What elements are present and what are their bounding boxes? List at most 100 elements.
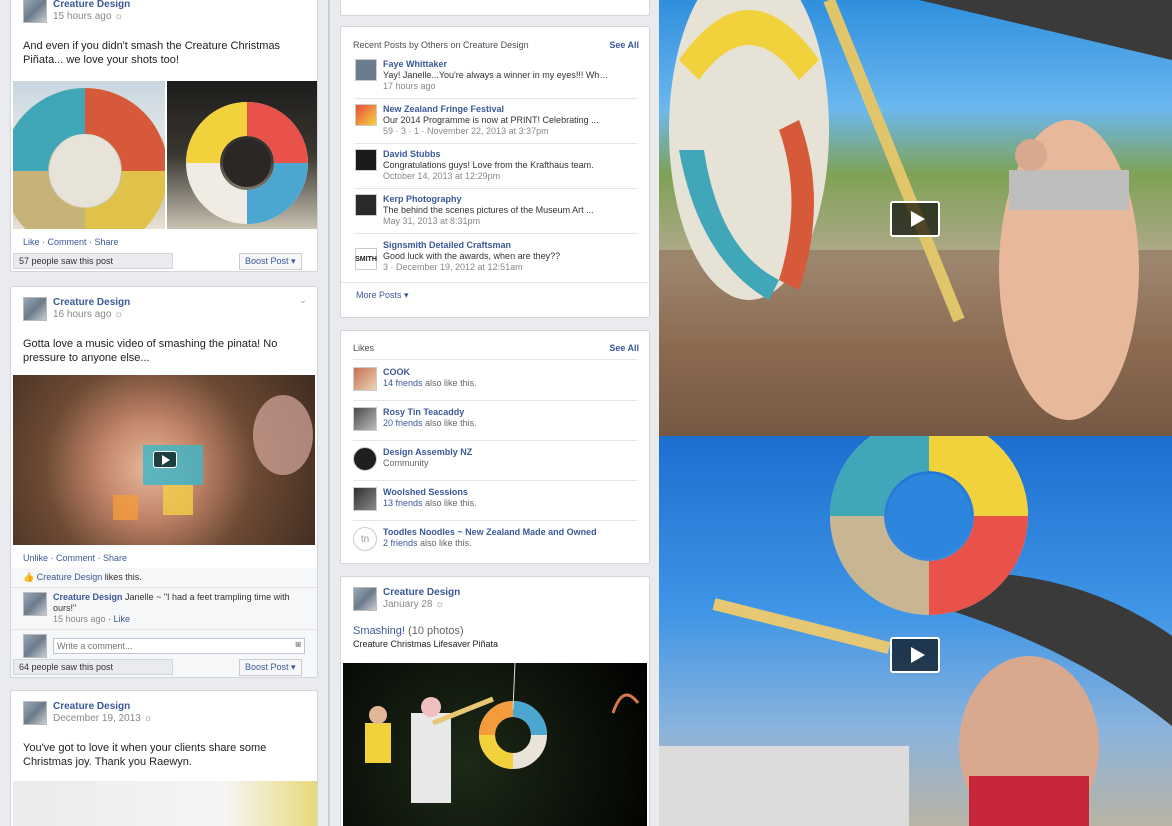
post-time[interactable]: 3 · December 19, 2012 at 12:51am: [383, 262, 609, 273]
video-still-1[interactable]: [659, 0, 1172, 436]
post-snippet[interactable]: Yay! Janelle...You're always a winner in…: [383, 70, 609, 81]
friends-count[interactable]: 2 friends: [383, 538, 418, 548]
post-photo[interactable]: [13, 781, 317, 826]
share-link[interactable]: Share: [95, 237, 119, 247]
list-item[interactable]: Rosy Tin Teacaddy 20 friends also like th…: [353, 407, 637, 441]
post-time[interactable]: 59 · 3 · 1 · November 22, 2013 at 3:37pm: [383, 126, 609, 137]
avatar[interactable]: tn: [353, 527, 377, 551]
see-all-link[interactable]: See All: [609, 343, 639, 353]
boost-post-button[interactable]: Boost Post ▾: [239, 253, 302, 270]
avatar[interactable]: [355, 59, 377, 81]
post-time-text[interactable]: 16 hours ago: [53, 309, 111, 320]
post-time[interactable]: January 28 ☼: [383, 599, 460, 611]
post-time[interactable]: May 31, 2013 at 8:31pm: [383, 216, 609, 227]
video-still-2[interactable]: [659, 436, 1172, 826]
avatar[interactable]: [353, 407, 377, 431]
top-card: [340, 0, 650, 16]
boost-label: Boost Post: [245, 662, 289, 672]
list-item[interactable]: COOK 14 friends also like this.: [353, 367, 637, 401]
more-posts-label[interactable]: More Posts: [356, 290, 402, 300]
poster-name[interactable]: New Zealand Fringe Festival: [383, 104, 609, 115]
post-author[interactable]: Creature Design: [53, 0, 130, 11]
album-photo[interactable]: [343, 663, 647, 826]
pinata-scene-2: [659, 436, 1172, 826]
page-name[interactable]: Toodles Noodles ~ New Zealand Made and O…: [383, 527, 597, 538]
post-time[interactable]: December 19, 2013 ☼: [53, 713, 153, 725]
list-item[interactable]: tn Toodles Noodles ~ New Zealand Made an…: [353, 527, 637, 561]
play-icon[interactable]: [153, 451, 177, 468]
share-link[interactable]: Share: [103, 553, 127, 563]
list-item[interactable]: Kerp Photography The behind the scenes pi…: [355, 194, 637, 234]
list-item[interactable]: Faye Whittaker Yay! Janelle...You're alwa…: [355, 59, 637, 99]
post-time[interactable]: October 14, 2013 at 12:29pm: [383, 171, 609, 182]
post-time-text[interactable]: December 19, 2013: [53, 713, 141, 724]
see-all-link[interactable]: See All: [609, 40, 639, 50]
post-author[interactable]: Creature Design: [53, 701, 153, 713]
post-time-text[interactable]: January 28: [383, 599, 432, 610]
album-scene: [365, 663, 640, 803]
post-snippet[interactable]: Good luck with the awards, when are they…: [383, 251, 609, 262]
avatar[interactable]: [23, 701, 47, 725]
post-author[interactable]: Creature Design: [383, 587, 460, 599]
page-name[interactable]: COOK: [383, 367, 477, 378]
post-header: Creature Design December 19, 2013 ☼: [11, 691, 317, 725]
play-icon[interactable]: [890, 637, 940, 673]
chevron-down-icon[interactable]: ⌄: [299, 295, 307, 306]
globe-icon: ☼: [435, 599, 445, 610]
more-posts-link[interactable]: More Posts ▾: [341, 282, 649, 308]
list-item[interactable]: Woolshed Sessions 13 friends also like th…: [353, 487, 637, 521]
comment-author[interactable]: Creature Design: [53, 592, 123, 602]
page-name[interactable]: Woolshed Sessions: [383, 487, 477, 498]
poster-name[interactable]: David Stubbs: [383, 149, 609, 160]
post-snippet[interactable]: The behind the scenes pictures of the Mu…: [383, 205, 609, 216]
avatar[interactable]: [355, 149, 377, 171]
avatar[interactable]: SMITH: [355, 248, 377, 270]
list-item[interactable]: New Zealand Fringe Festival Our 2014 Prog…: [355, 104, 637, 144]
comment-link[interactable]: Comment: [48, 237, 87, 247]
list-item[interactable]: David Stubbs Congratulations guys! Love f…: [355, 149, 637, 189]
post-time[interactable]: 15 hours ago ☼: [53, 11, 130, 23]
post-photo-2[interactable]: [167, 81, 317, 229]
friends-count[interactable]: 13 friends: [383, 498, 423, 508]
avatar[interactable]: [23, 0, 47, 23]
liker-name[interactable]: Creature Design: [37, 572, 103, 582]
avatar[interactable]: [353, 367, 377, 391]
comment-like-link[interactable]: Like: [114, 614, 131, 624]
avatar[interactable]: [353, 447, 377, 471]
post-author[interactable]: Creature Design: [53, 297, 130, 309]
unlike-link[interactable]: Unlike: [23, 553, 48, 563]
like-link[interactable]: Like: [23, 237, 40, 247]
friends-count[interactable]: 14 friends: [383, 378, 423, 388]
avatar[interactable]: [353, 587, 377, 611]
post-photo-1[interactable]: [13, 81, 165, 229]
poster-name[interactable]: Faye Whittaker: [383, 59, 609, 70]
avatar[interactable]: [355, 194, 377, 216]
poster-name[interactable]: Kerp Photography: [383, 194, 609, 205]
album-title[interactable]: Smashing!: [353, 625, 405, 637]
post-time[interactable]: 16 hours ago ☼: [53, 309, 130, 321]
post-snippet[interactable]: Our 2014 Programme is now at PRINT! Cele…: [383, 115, 609, 126]
comment-time[interactable]: 15 hours ago: [53, 614, 106, 624]
recent-posts-title: Recent Posts by Others on Creature Desig…: [353, 40, 529, 50]
list-item[interactable]: Design Assembly NZ Community: [353, 447, 637, 481]
camera-icon[interactable]: ◙: [296, 639, 301, 649]
avatar[interactable]: [355, 104, 377, 126]
avatar[interactable]: [353, 487, 377, 511]
avatar[interactable]: [23, 297, 47, 321]
poster-name[interactable]: Signsmith Detailed Craftsman: [383, 240, 609, 251]
post-text: And even if you didn't smash the Creatur…: [23, 40, 281, 66]
avatar[interactable]: [23, 592, 47, 616]
comment-link[interactable]: Comment: [56, 553, 95, 563]
page-subtitle: Community: [383, 458, 429, 468]
post-time[interactable]: 17 hours ago: [383, 81, 609, 92]
page-name[interactable]: Rosy Tin Teacaddy: [383, 407, 477, 418]
post-snippet[interactable]: Congratulations guys! Love from the Kraf…: [383, 160, 609, 171]
play-icon[interactable]: [890, 201, 940, 237]
friends-count[interactable]: 20 friends: [383, 418, 423, 428]
boost-post-button[interactable]: Boost Post ▾: [239, 659, 302, 676]
list-item[interactable]: SMITH Signsmith Detailed Craftsman Good l…: [355, 240, 637, 282]
comment-input[interactable]: [53, 638, 305, 654]
video-thumbnail[interactable]: [13, 375, 315, 545]
post-time-text[interactable]: 15 hours ago: [53, 11, 111, 22]
page-name[interactable]: Design Assembly NZ: [383, 447, 472, 458]
